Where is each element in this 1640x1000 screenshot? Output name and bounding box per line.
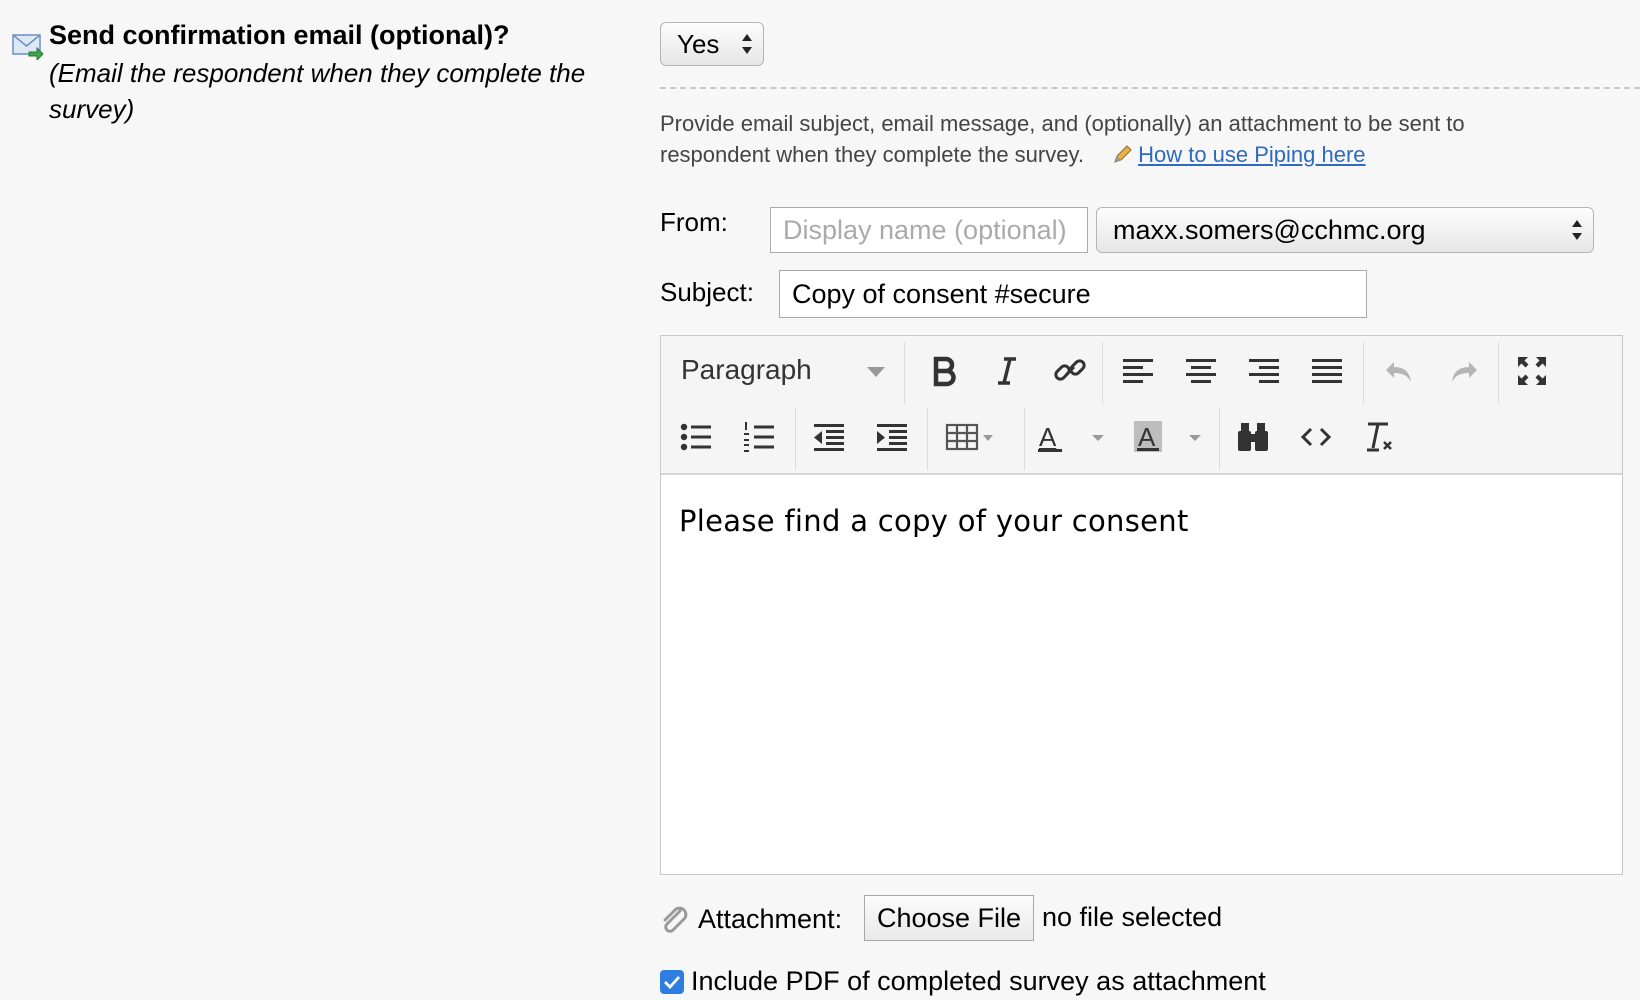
subject-input[interactable]: Copy of consent #secure: [779, 270, 1367, 318]
text-color-button[interactable]: A: [1034, 412, 1114, 462]
align-right-icon: [1249, 359, 1279, 383]
include-pdf-checkbox[interactable]: [660, 970, 684, 994]
chevron-down-icon: [867, 367, 885, 377]
outdent-icon: [814, 424, 844, 451]
display-name-input[interactable]: Display name (optional): [770, 207, 1088, 253]
send-email-select[interactable]: Yes: [660, 22, 764, 66]
include-pdf-label: Include PDF of completed survey as attac…: [691, 966, 1266, 996]
indent-icon: [877, 424, 907, 451]
toolbar-separator: [1024, 408, 1025, 470]
numbered-list-button[interactable]: [734, 412, 784, 462]
indent-button[interactable]: [867, 412, 917, 462]
toolbar-row-2: A A: [661, 404, 1622, 470]
numbered-list-icon: [744, 422, 774, 452]
code-icon: [1300, 427, 1332, 447]
toolbar-row-1: Paragraph: [661, 338, 1622, 404]
justify-button[interactable]: [1302, 346, 1352, 396]
background-color-icon: A: [1134, 421, 1201, 452]
email-description: Provide email subject, email message, an…: [660, 108, 1540, 170]
pencil-icon: [1114, 145, 1132, 163]
fullscreen-button[interactable]: [1507, 346, 1557, 396]
svg-text:A: A: [1138, 422, 1156, 452]
background-color-button[interactable]: A: [1131, 412, 1211, 462]
from-email-value: maxx.somers@cchmc.org: [1113, 215, 1426, 245]
checkmark-icon: [664, 976, 681, 990]
attachment-label: Attachment:: [698, 904, 843, 934]
fullscreen-icon: [1518, 357, 1546, 385]
editor-content[interactable]: Please find a copy of your consent: [679, 504, 1189, 538]
clear-formatting-button[interactable]: [1353, 412, 1403, 462]
toolbar-separator: [1363, 342, 1364, 404]
align-center-button[interactable]: [1176, 346, 1226, 396]
text-color-icon: A: [1038, 422, 1104, 452]
toolbar-separator: [1498, 342, 1499, 404]
toolbar-separator: [927, 408, 928, 470]
editor-toolbar: Paragraph A A: [661, 336, 1622, 475]
align-justify-icon: [1312, 359, 1342, 383]
clear-format-icon: [1367, 422, 1392, 452]
toolbar-separator: [904, 342, 905, 404]
align-left-icon: [1123, 359, 1153, 383]
select-arrows-icon: [1572, 220, 1582, 240]
outdent-button[interactable]: [804, 412, 854, 462]
undo-button[interactable]: [1375, 346, 1425, 396]
subject-label: Subject:: [660, 277, 754, 307]
bold-icon: [933, 356, 956, 387]
align-right-button[interactable]: [1239, 346, 1289, 396]
from-email-select[interactable]: maxx.somers@cchmc.org: [1096, 207, 1594, 253]
bold-button[interactable]: [919, 346, 969, 396]
section-divider: [660, 87, 1640, 89]
envelope-icon: [12, 30, 44, 62]
from-label: From:: [660, 207, 728, 237]
table-button[interactable]: [937, 412, 1003, 462]
undo-icon: [1386, 362, 1411, 382]
rich-text-editor: Paragraph A A Please find a copy of your…: [660, 335, 1623, 875]
italic-button[interactable]: [982, 346, 1032, 396]
binoculars-icon: [1238, 423, 1268, 451]
redo-icon: [1452, 362, 1477, 382]
question-subtitle: (Email the respondent when they complete…: [49, 58, 586, 124]
select-arrows-icon: [742, 34, 752, 54]
bullet-list-button[interactable]: [671, 412, 721, 462]
redo-button[interactable]: [1438, 346, 1488, 396]
format-select-value: Paragraph: [681, 354, 812, 385]
question-title: Send confirmation email (optional)?: [49, 20, 510, 50]
source-code-button[interactable]: [1291, 412, 1341, 462]
bullet-list-icon: [680, 423, 711, 451]
piping-help-link[interactable]: How to use Piping here: [1138, 142, 1365, 167]
svg-text:A: A: [1039, 422, 1057, 452]
toolbar-separator: [1102, 342, 1103, 404]
choose-file-button[interactable]: Choose File: [864, 895, 1034, 941]
find-replace-button[interactable]: [1228, 412, 1278, 462]
link-button[interactable]: [1045, 346, 1095, 396]
file-status: no file selected: [1042, 902, 1223, 932]
table-icon: [945, 423, 993, 451]
italic-icon: [998, 357, 1016, 385]
align-left-button[interactable]: [1113, 346, 1163, 396]
toolbar-separator: [795, 408, 796, 470]
link-icon: [1054, 359, 1086, 381]
toolbar-separator: [1219, 408, 1220, 470]
align-center-icon: [1186, 359, 1216, 383]
paperclip-icon: [660, 906, 690, 936]
send-email-select-value: Yes: [677, 29, 720, 59]
